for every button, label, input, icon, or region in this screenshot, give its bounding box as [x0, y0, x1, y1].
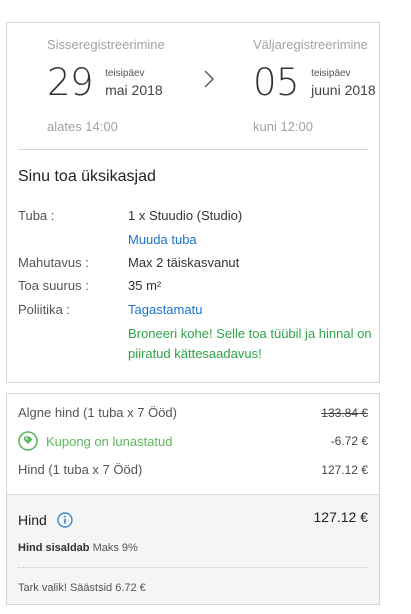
tax-info-label: Hind sisaldab — [18, 542, 90, 554]
total-amount: 127.12 € — [313, 509, 369, 525]
total-summary: Hind 127.12 € Hind sisaldab Maks 9% Tark… — [7, 494, 379, 604]
room-label: Tuba : — [18, 208, 55, 223]
info-icon[interactable] — [57, 512, 73, 528]
checkout-month: juuni 2018 — [311, 81, 376, 98]
coupon-label: Kupong on lunastatud — [46, 433, 173, 449]
checkout-label: Väljaregistreerimine — [253, 37, 368, 52]
capacity-value: Max 2 täiskasvanut — [128, 255, 240, 270]
price-row: Hind (1 tuba x 7 Ööd) 127.12 € — [18, 462, 368, 477]
chevron-right-icon — [204, 70, 214, 88]
policy-value-link[interactable]: Tagastamatu — [128, 302, 202, 317]
section-divider — [18, 149, 368, 150]
price-label: Hind (1 tuba x 7 Ööd) — [18, 462, 143, 477]
room-size-label: Toa suurus : — [18, 278, 89, 293]
room-details-title: Sinu toa üksikasjad — [18, 168, 156, 185]
coupon-row: Kupong on lunastatud -6.72 € — [18, 431, 368, 451]
change-room-link[interactable]: Muuda tuba — [128, 232, 197, 247]
checkin-time: alates 14:00 — [47, 119, 118, 134]
total-label: Hind — [18, 512, 47, 528]
policy-label: Poliitika : — [18, 302, 71, 317]
checkin-day: 29 — [47, 61, 94, 104]
room-size-value: 35 m² — [128, 278, 162, 293]
checkin-month: mai 2018 — [105, 81, 163, 98]
tax-info-value: Maks 9% — [92, 542, 138, 554]
availability-promo: Broneeri kohe! Selle toa tüübil ja hinna… — [128, 326, 372, 361]
coupon-amount: -6.72 € — [330, 434, 368, 448]
capacity-label: Mahutavus : — [18, 255, 89, 270]
tax-info: Hind sisaldab Maks 9% — [18, 542, 138, 554]
original-price-row: Algne hind (1 tuba x 7 Ööd) 133.84 € — [18, 405, 368, 420]
checkout-time: kuni 12:00 — [253, 119, 313, 134]
total-label-group: Hind — [18, 512, 73, 528]
price-amount: 127.12 € — [321, 462, 368, 477]
tag-icon — [18, 431, 38, 451]
original-price-amount: 133.84 € — [321, 405, 368, 420]
summary-divider — [18, 567, 368, 568]
checkin-date: Sisseregistreerimine 29 teisipäev mai 20… — [47, 37, 165, 134]
savings-message: Tark valik! Säästsid 6.72 € — [18, 582, 146, 594]
room-value: 1 x Stuudio (Studio) — [128, 208, 243, 223]
original-price-label: Algne hind (1 tuba x 7 Ööd) — [18, 405, 177, 420]
checkin-weekday: teisipäev — [105, 67, 145, 79]
checkout-day: 05 — [253, 61, 300, 104]
booking-details-card: Sisseregistreerimine 29 teisipäev mai 20… — [6, 22, 380, 383]
checkin-label: Sisseregistreerimine — [47, 37, 165, 52]
checkout-weekday: teisipäev — [311, 67, 351, 79]
price-summary-card: Algne hind (1 tuba x 7 Ööd) 133.84 € Kup… — [6, 393, 380, 605]
checkout-date: Väljaregistreerimine 05 teisipäev juuni … — [253, 37, 376, 134]
